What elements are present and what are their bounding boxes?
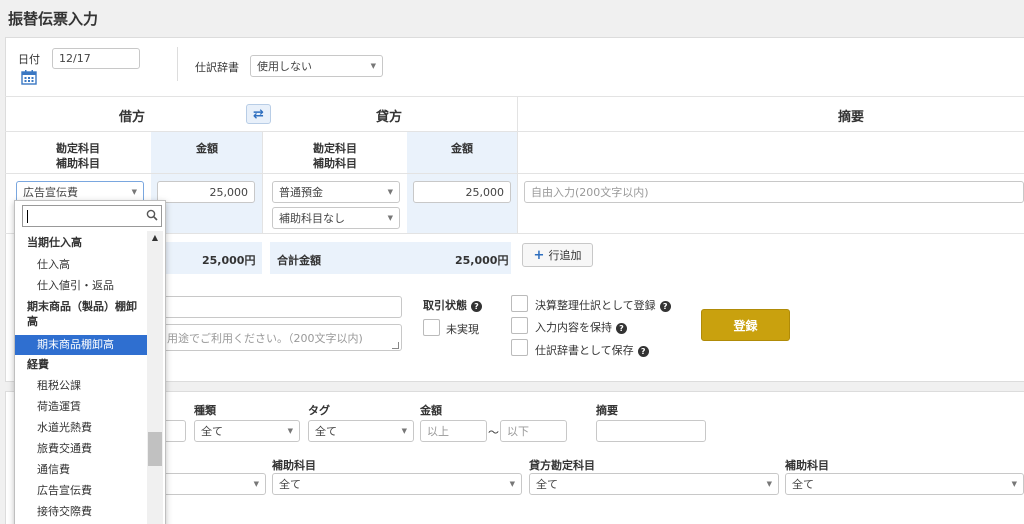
dropdown-group-label: 経費 [27, 358, 49, 371]
debit-amount-input[interactable]: 25,000 [157, 181, 255, 203]
swap-icon: ⇄ [253, 106, 264, 122]
total-label: 合計金額 [277, 254, 321, 267]
dropdown-option[interactable]: 仕入値引・返品 [15, 278, 147, 294]
filter-tag-select[interactable]: 全て [308, 420, 414, 442]
calendar-icon[interactable] [21, 69, 37, 85]
credit-header: 貸方 [376, 110, 403, 125]
memo-col-divider [517, 97, 518, 233]
dict-select[interactable]: 使用しない [250, 55, 383, 77]
debit-amount-header: 金額 [196, 142, 218, 155]
search-icon [146, 209, 158, 221]
credit-sub-header: 補助科目 [313, 157, 357, 170]
dropdown-search-input[interactable] [22, 205, 162, 227]
dropdown-group-label: 当期仕入高 [27, 236, 82, 249]
row-line [5, 173, 1024, 174]
filter-amount-label: 金額 [420, 404, 442, 417]
date-label: 日付 [18, 53, 40, 66]
dropdown-group-label: 高 [27, 315, 38, 328]
dropdown-option[interactable]: 期末商品棚卸高 [15, 335, 147, 355]
help-icon[interactable]: ? [471, 300, 482, 312]
filter-memo-input[interactable] [596, 420, 706, 442]
filter-credit-account-select[interactable]: 全て [529, 473, 779, 495]
dropdown-option[interactable]: 広告宣伝費 [15, 483, 147, 499]
closing-checkbox[interactable] [511, 295, 528, 312]
register-button[interactable]: 登録 [701, 309, 790, 341]
closing-label-text: 決算整理仕訳として登録 [535, 299, 656, 312]
dropdown-option[interactable]: 接待交際費 [15, 504, 147, 520]
scroll-up-icon[interactable]: ▲ [147, 233, 163, 242]
page-title: 振替伝票入力 [8, 10, 99, 28]
dropdown-option[interactable]: 旅費交通費 [15, 441, 147, 457]
debit-header: 借方 [119, 110, 146, 125]
remark-input-1[interactable] [160, 296, 402, 318]
debit-sub-header: 補助科目 [56, 157, 100, 170]
remark-textarea[interactable]: 用途でご利用ください。（200文字以内) [160, 324, 402, 351]
memo-input[interactable]: 自由入力(200文字以内) [524, 181, 1024, 203]
filter-credit-account-label: 貸方勘定科目 [529, 459, 595, 472]
dropdown-option[interactable]: 荷造運賃 [15, 399, 147, 415]
credit-amount-input[interactable]: 25,000 [413, 181, 511, 203]
help-icon[interactable]: ? [616, 322, 627, 334]
help-icon[interactable]: ? [659, 300, 671, 312]
filter-amount-max[interactable]: 以下 [500, 420, 567, 442]
help-icon[interactable]: ? [637, 345, 649, 357]
memo-header: 摘要 [838, 110, 865, 125]
filter-tag-label: タグ [308, 404, 330, 417]
credit-total: 25,000円 [455, 254, 509, 267]
dropdown-group-label: 期末商品（製品）棚卸 [27, 300, 137, 313]
filter-account-select[interactable] [160, 473, 266, 495]
filter-type-select[interactable]: 全て [194, 420, 300, 442]
status-label-text: 取引状態 [423, 299, 467, 312]
status-label: 取引状態? [423, 297, 482, 313]
unsettled-checkbox[interactable] [423, 319, 440, 336]
filter-memo-label: 摘要 [596, 404, 618, 417]
add-row-button[interactable]: + 行追加 [522, 243, 593, 267]
swap-button[interactable]: ⇄ [246, 104, 271, 124]
filter-type-label: 種類 [194, 404, 216, 417]
debit-account-header: 勘定科目 [56, 142, 100, 155]
divider [177, 47, 178, 81]
dict-checkbox[interactable] [511, 339, 528, 356]
keep-label: 入力内容を保持? [535, 319, 627, 335]
filter-sub2-select[interactable]: 全て [785, 473, 1024, 495]
filter-amount-tilde: 〜 [488, 426, 499, 439]
dropdown-scrollbar[interactable] [147, 231, 163, 524]
filter-sub-label: 補助科目 [272, 459, 316, 472]
filter-sub2-label: 補助科目 [785, 459, 829, 472]
scrollbar-thumb[interactable] [148, 432, 162, 466]
plus-icon: + [533, 247, 545, 263]
add-row-label: 行追加 [548, 249, 582, 262]
dropdown-option[interactable]: 仕入高 [15, 257, 147, 273]
dropdown-option[interactable]: 租税公課 [15, 378, 147, 394]
keep-label-text: 入力内容を保持 [535, 321, 612, 334]
filter-amount-min[interactable]: 以上 [420, 420, 487, 442]
closing-label: 決算整理仕訳として登録? [535, 297, 671, 313]
credit-sub-select[interactable]: 補助科目なし [272, 207, 400, 229]
filter-sub-select[interactable]: 全て [272, 473, 522, 495]
date-input[interactable]: 12/17 [52, 48, 140, 69]
dropdown-option[interactable]: 水道光熱費 [15, 420, 147, 436]
credit-account-select[interactable]: 普通預金 [272, 181, 400, 203]
unsettled-label: 未実現 [446, 323, 479, 336]
dropdown-option[interactable]: 通信費 [15, 462, 147, 478]
credit-account-header: 勘定科目 [313, 142, 357, 155]
dict-save-label-text: 仕訳辞書として保存 [535, 344, 634, 357]
debit-total: 25,000円 [202, 254, 256, 267]
dict-label: 仕訳辞書 [195, 61, 239, 74]
keep-checkbox[interactable] [511, 317, 528, 334]
dict-save-label: 仕訳辞書として保存? [535, 342, 649, 358]
credit-amount-header: 金額 [451, 142, 473, 155]
col-divider-1 [262, 132, 263, 233]
resize-icon[interactable] [392, 342, 399, 349]
account-dropdown[interactable]: 当期仕入高仕入高仕入値引・返品 期末商品（製品）棚卸高期末商品棚卸高経費租税公課荷… [14, 200, 166, 524]
table-top-line [5, 96, 1024, 97]
